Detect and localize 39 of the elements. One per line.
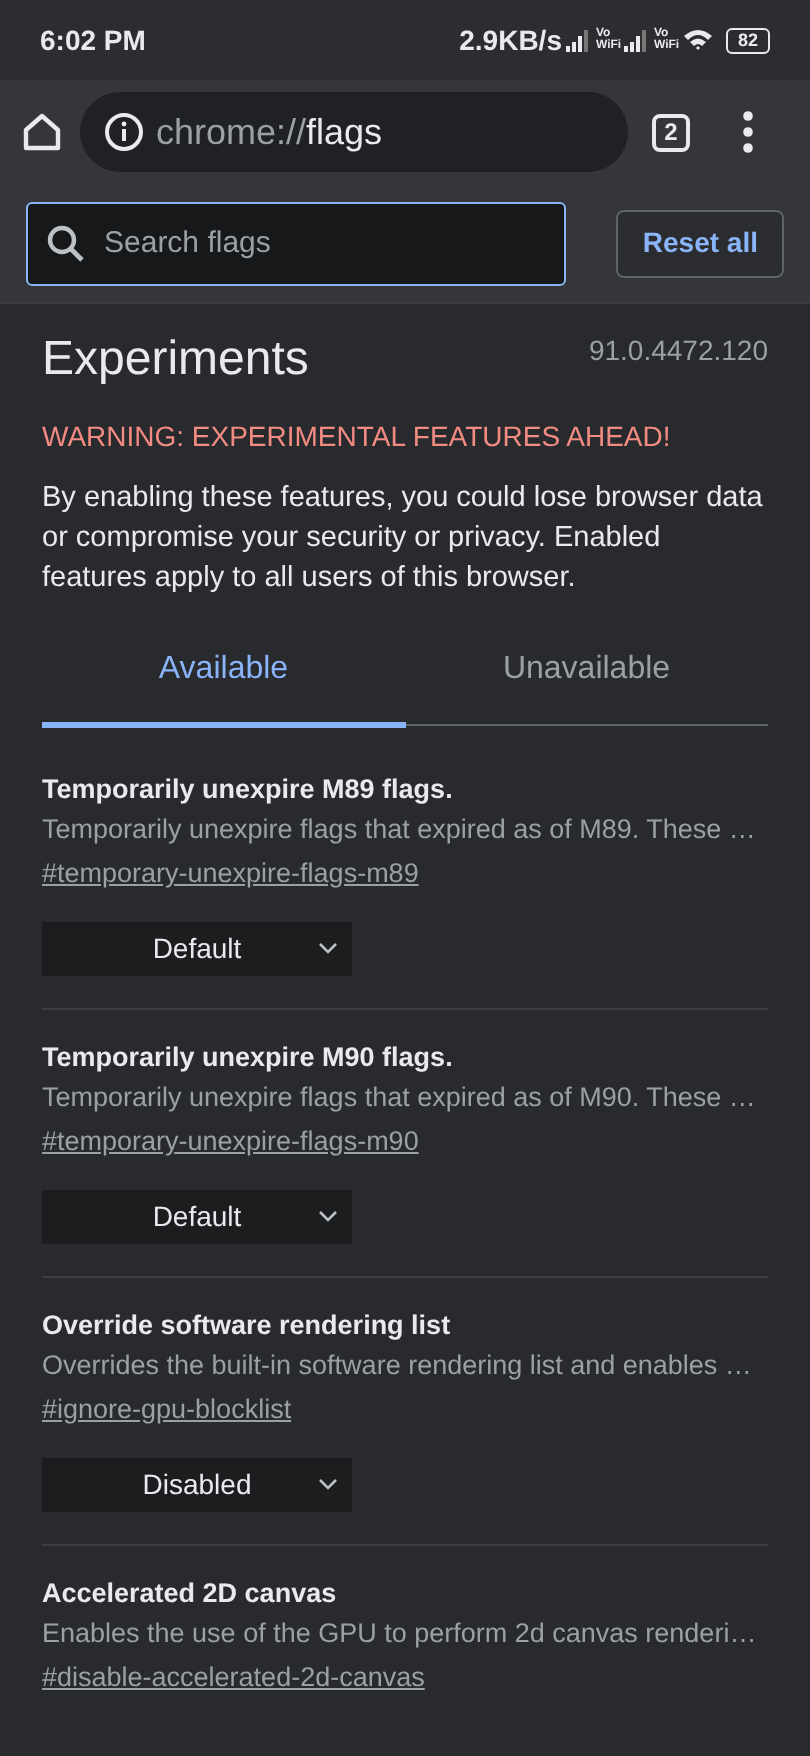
- flag-title: Override software rendering list: [42, 1308, 453, 1344]
- chevron-icon: [318, 1478, 338, 1490]
- flag-link[interactable]: #temporary-unexpire-flags-m89: [42, 854, 419, 894]
- tab[interactable]: Unavailable: [405, 634, 768, 728]
- flag-select[interactable]: Default: [42, 1190, 352, 1244]
- flag-title: Temporarily unexpire M90 flags.: [42, 1040, 455, 1076]
- flag-select[interactable]: Default: [42, 922, 352, 976]
- battery-icon: 82: [725, 27, 770, 53]
- reset-all-button[interactable]: Reset all: [616, 209, 784, 277]
- version-text: 91.0.4472.120: [588, 331, 768, 369]
- flag-title: Accelerated 2D canvas: [42, 1576, 339, 1612]
- chevron-icon: [318, 1210, 338, 1222]
- flag-description: Enables the use of the GPU to perform 2d canvas renderi…: [42, 1616, 759, 1652]
- flag-select[interactable]: Disabled: [42, 1458, 352, 1512]
- page-title: Experiments: [42, 330, 309, 390]
- time-text: 6:02 PM: [40, 21, 146, 59]
- url-path-text: flags: [306, 109, 383, 156]
- description-text: By enabling these features, you could lose browser data or compromise your security or privacy. Enabled features apply to all users of this browser.: [42, 480, 765, 598]
- flag-description: Temporarily unexpire flags that expired as of M90. These …: [42, 1080, 758, 1116]
- menu-icon[interactable]: [742, 110, 754, 154]
- tab-switcher-button[interactable]: 2: [652, 113, 690, 151]
- address-bar[interactable]: chrome://flags: [80, 92, 628, 172]
- wifi-icon: [681, 28, 714, 52]
- chevron-icon: [318, 942, 338, 954]
- search-field[interactable]: Search flags: [26, 201, 567, 285]
- signal-icon: [565, 29, 588, 51]
- tab[interactable]: Available: [42, 634, 405, 728]
- flag-title: Temporarily unexpire M89 flags.: [42, 772, 455, 808]
- signal-icon: [623, 29, 646, 51]
- flag-link[interactable]: #temporary-unexpire-flags-m90: [42, 1122, 419, 1162]
- flag-link[interactable]: #ignore-gpu-blocklist: [42, 1390, 292, 1430]
- speed-text: 2.9KB/s: [459, 21, 562, 59]
- flag-description: Overrides the built-in software rendering list and enables …: [42, 1348, 754, 1384]
- home-icon[interactable]: [20, 110, 64, 154]
- flag-description: Temporarily unexpire flags that expired as of M89. These …: [42, 812, 758, 848]
- url-scheme-text: chrome://: [156, 109, 307, 151]
- info-icon: [104, 112, 144, 152]
- flag-link[interactable]: #disable-accelerated-2d-canvas: [42, 1658, 425, 1698]
- warning-text: WARNING: EXPERIMENTAL FEATURES AHEAD!: [42, 418, 673, 456]
